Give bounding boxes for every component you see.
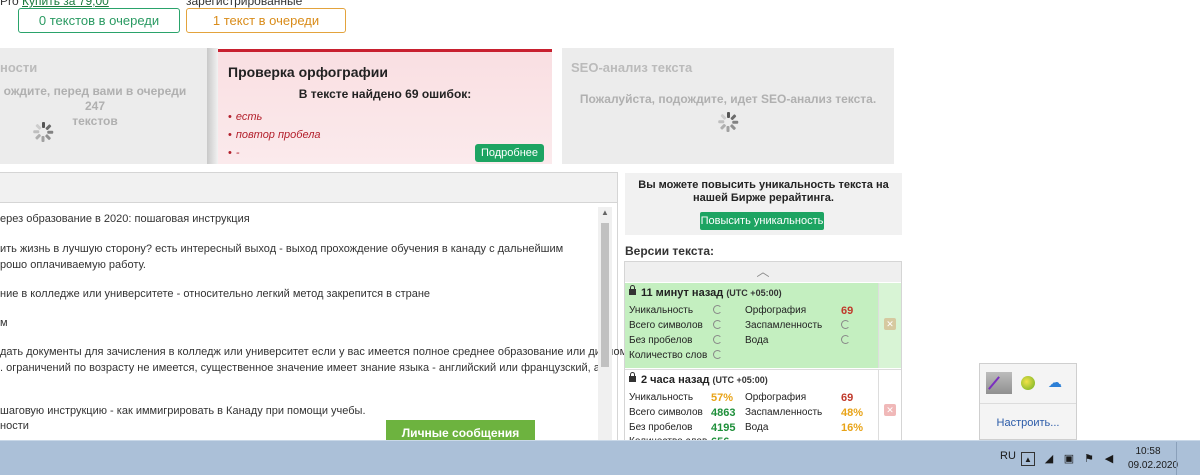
editor-toolbar [0, 173, 617, 203]
editor-line: ить жизнь в лучшую сторону? есть интерес… [0, 243, 564, 255]
spelling-label: Орфография [745, 305, 807, 316]
uniqueness-label: Уникальность [629, 392, 694, 403]
editor-scrollbar[interactable]: ▲ [598, 207, 612, 475]
taskbar: RU ▲ ◢ ▣ ⚑ ◀ 10:58 09.02.2020 [0, 440, 1200, 475]
no-spaces-label: Без пробелов [629, 335, 693, 346]
spelling-value: 69 [841, 392, 854, 404]
loading-spinner-icon [713, 335, 722, 344]
water-label: Вода [745, 335, 769, 346]
uniqueness-label: Уникальность [629, 305, 694, 316]
uniqueness-msg-line2: текстов [72, 114, 118, 128]
seo-card-title: SEO-анализ текста [571, 60, 693, 75]
lock-icon [629, 372, 636, 382]
chevron-up-icon[interactable]: ︿ [625, 262, 901, 282]
loading-spinner-icon [841, 335, 850, 344]
uniqueness-msg-line1: ождите, перед вами в очереди 247 [3, 84, 187, 113]
card-divider [207, 48, 218, 164]
spelling-card-title: Проверка орфографии [228, 64, 388, 80]
spelling-error-item[interactable]: • есть [228, 108, 321, 126]
buy-link[interactable]: Купить за 79,00 [22, 0, 109, 8]
loading-spinner-icon [713, 320, 722, 329]
show-desktop-button[interactable] [1176, 442, 1200, 475]
boost-uniqueness-button[interactable]: Повысить уникальность [700, 212, 824, 230]
seo-wait-message: Пожалуйста, подождите, идет SEO-анализ т… [579, 92, 877, 106]
spam-label: Заспамленность [745, 320, 823, 331]
scrollbar-thumb[interactable] [601, 223, 609, 367]
clock-time: 10:58 [1135, 446, 1161, 457]
delete-version-icon[interactable]: ✕ [884, 318, 896, 330]
loading-spinner-icon [713, 350, 722, 359]
cloud-icon[interactable]: ☁ [1048, 375, 1064, 389]
total-chars-label: Всего символов [629, 407, 703, 418]
top-cut-text: Pro Купить за 79,00 зарегистрированные [0, 0, 302, 8]
versions-title: Версии текста: [625, 244, 715, 258]
monitor-icon[interactable]: ▣ [1062, 452, 1076, 466]
network-icon[interactable]: ◢ [1042, 452, 1056, 466]
clock-date: 09.02.2020 [1128, 460, 1179, 471]
version-row[interactable]: 11 минут назад (UTC +05:00) Уникальность… [625, 283, 901, 368]
spam-value: 48% [841, 407, 864, 419]
editor-line: шаговую инструкцию - как иммигрировать в… [0, 405, 366, 417]
editor-line: . ограничений по возрасту не имеется, су… [0, 362, 600, 374]
scroll-up-arrow-icon[interactable]: ▲ [598, 207, 612, 219]
spelling-error-item[interactable]: • повтор пробела [228, 126, 321, 144]
total-chars-value: 4863 [711, 407, 736, 419]
editor-line: дать документы для зачисления в колледж … [0, 346, 628, 358]
editor-line: рошо оплачиваемую работу. [0, 259, 146, 271]
rewrite-promo: Вы можете повысить уникальность текста н… [625, 173, 902, 235]
loading-spinner-icon [713, 305, 722, 314]
queue-free-button[interactable]: 0 текстов в очереди [18, 8, 180, 33]
delete-version-icon[interactable]: ✕ [884, 404, 896, 416]
tray-overflow-popup: ☁ Настроить... [979, 363, 1077, 440]
spelling-errors-found: В тексте найдено 69 ошибок: [298, 87, 472, 101]
words-count-label: Количество слов [629, 350, 708, 361]
loading-spinner-icon [841, 320, 850, 329]
lock-icon [629, 285, 636, 295]
page: Pro Купить за 79,00 зарегистрированные 0… [0, 0, 1200, 475]
loading-spinner-icon [33, 122, 54, 142]
editor-line: м [0, 317, 8, 329]
popup-divider [980, 403, 1076, 404]
rewrite-promo-text: Вы можете повысить уникальность текста н… [638, 179, 889, 204]
editor-line: ерез образование в 2020: пошаговая инстр… [0, 213, 250, 225]
uniqueness-card[interactable]: ности ождите, перед вами в очереди 247 т… [0, 48, 209, 164]
spam-label: Заспамленность [745, 407, 823, 418]
loading-spinner-icon [718, 112, 739, 132]
queue-registered-button[interactable]: 1 текст в очереди [186, 8, 346, 33]
spelling-label: Орфография [745, 392, 807, 403]
pen-tool-icon[interactable] [986, 372, 1012, 394]
version-time: 11 минут назад (UTC +05:00) [629, 285, 782, 299]
speaker-icon[interactable]: ◀ [1102, 452, 1116, 466]
clock[interactable]: 10:58 09.02.2020 [1128, 445, 1179, 473]
pro-label: Pro [0, 0, 23, 8]
spelling-card[interactable]: Проверка орфографии В тексте найдено 69 … [218, 49, 552, 164]
spelling-error-item[interactable]: • - [228, 144, 321, 162]
uniqueness-queue-message: ождите, перед вами в очереди 247 текстов [0, 84, 190, 129]
registered-label: зарегистрированные [186, 0, 303, 8]
spelling-details-button[interactable]: Подробнее [474, 144, 544, 162]
no-spaces-label: Без пробелов [629, 422, 693, 433]
water-value: 16% [841, 422, 864, 434]
no-spaces-value: 4195 [711, 422, 736, 434]
editor-line: ности [0, 420, 29, 432]
language-indicator[interactable]: RU [1000, 450, 1016, 462]
water-label: Вода [745, 422, 769, 433]
uniqueness-card-title: ности [0, 60, 38, 75]
editor-line: ние в колледже или университете - относи… [0, 288, 431, 300]
app-ball-icon[interactable] [1021, 376, 1035, 390]
version-time: 2 часа назад (UTC +05:00) [629, 372, 768, 386]
spelling-value: 69 [841, 305, 854, 317]
seo-card[interactable]: SEO-анализ текста Пожалуйста, подождите,… [562, 48, 894, 164]
show-hidden-icons-icon[interactable]: ▲ [1021, 452, 1035, 466]
flag-icon[interactable]: ⚑ [1082, 452, 1096, 466]
total-chars-label: Всего символов [629, 320, 703, 331]
spelling-error-list: • есть • повтор пробела • - [228, 108, 321, 162]
uniqueness-value: 57% [711, 392, 734, 404]
customize-link[interactable]: Настроить... [980, 417, 1076, 429]
